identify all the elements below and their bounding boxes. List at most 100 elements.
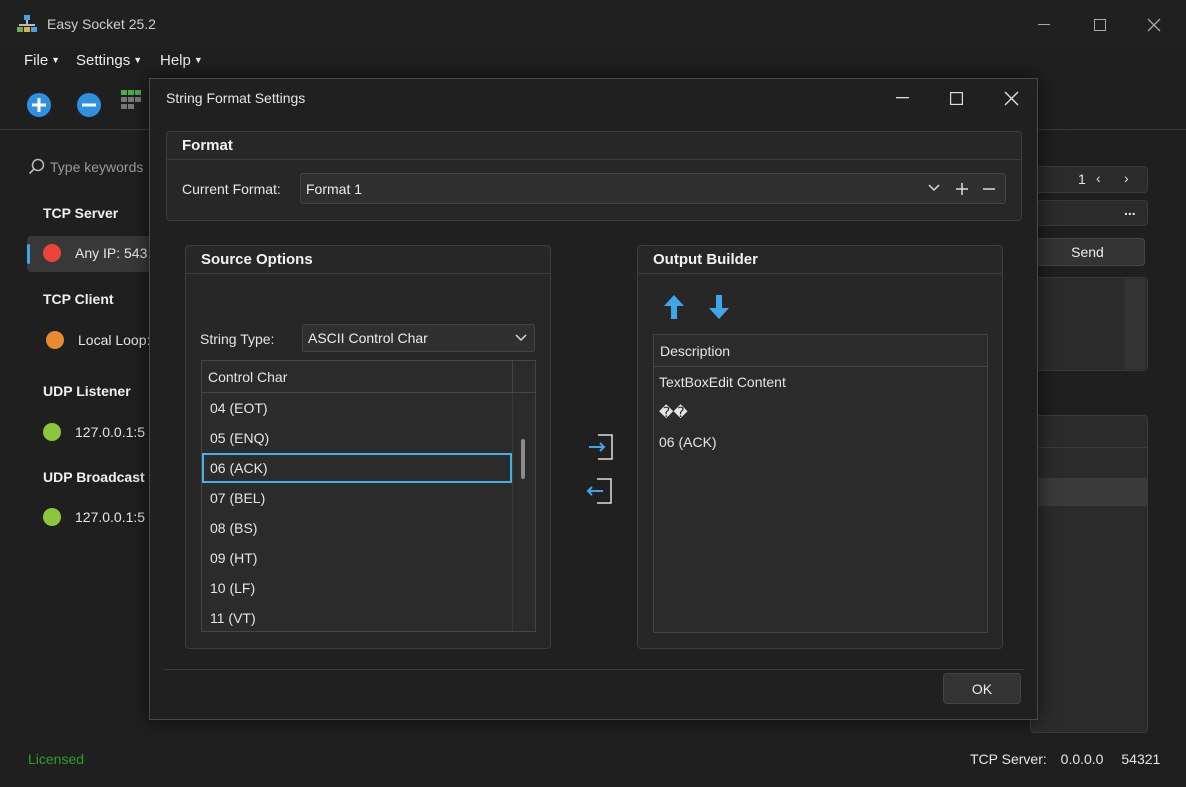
move-down-icon[interactable]	[707, 294, 731, 320]
section-heading-tcp-server: TCP Server	[43, 205, 119, 221]
maximize-button[interactable]	[1080, 10, 1120, 40]
remove-from-output-icon[interactable]	[585, 477, 613, 505]
minimize-icon	[895, 97, 909, 99]
string-type-combo[interactable]: ASCII Control Char	[302, 324, 535, 352]
dialog-maximize-button[interactable]	[933, 81, 979, 115]
log-table-divider	[1031, 447, 1147, 448]
app-title: Easy Socket 25.2	[47, 16, 156, 32]
status-server-ip: 0.0.0.0	[1060, 751, 1104, 767]
ok-button[interactable]: OK	[943, 673, 1021, 704]
dialog-close-button[interactable]	[988, 81, 1034, 115]
section-heading-udp-broadcast: UDP Broadcast	[43, 469, 145, 485]
source-options-group: Source Options String Type: ASCII Contro…	[185, 245, 551, 649]
output-description-header: Description	[654, 335, 987, 367]
status-green-icon	[43, 423, 61, 441]
sidebar-item-tcp-server[interactable]: Any IP: 543	[43, 244, 147, 262]
send-area-scrollbar[interactable]	[1125, 279, 1145, 369]
close-icon	[1147, 18, 1161, 32]
selected-item-accent	[27, 244, 30, 264]
output-builder-group: Output Builder Description TextBoxEdit C…	[637, 245, 1003, 649]
sidebar-search[interactable]: Type keywords	[28, 158, 143, 176]
app-network-icon	[17, 15, 37, 32]
format-group-divider	[167, 159, 1021, 160]
add-connection-icon[interactable]	[26, 92, 52, 118]
search-placeholder: Type keywords	[50, 159, 144, 175]
output-rows: TextBoxEdit Content �� 06 (ACK)	[654, 367, 987, 457]
page-next-icon[interactable]: ›	[1124, 170, 1140, 186]
status-green-icon	[43, 508, 61, 526]
sidebar-item-tcp-client[interactable]: Local Loop:	[46, 331, 150, 349]
remove-format-icon[interactable]	[982, 182, 996, 196]
list-item[interactable]: 10 (LF)	[202, 573, 512, 603]
format-group: Format Current Format: Format 1	[166, 131, 1022, 221]
control-char-rows: 04 (EOT) 05 (ENQ) 06 (ACK) 07 (BEL) 08 (…	[202, 393, 512, 633]
search-icon	[28, 158, 45, 175]
format-group-title: Format	[182, 137, 233, 154]
close-button[interactable]	[1134, 10, 1174, 40]
list-item[interactable]: 11 (VT)	[202, 603, 512, 633]
grid-edit-icon[interactable]	[121, 90, 149, 118]
output-builder-divider	[638, 273, 1002, 274]
current-format-value: Format 1	[306, 180, 363, 197]
status-server-label: TCP Server:	[970, 751, 1047, 767]
list-scrollbar-track[interactable]	[512, 393, 535, 631]
page-prev-icon[interactable]: ‹	[1096, 170, 1112, 186]
current-format-combo[interactable]: Format 1	[300, 173, 1006, 204]
status-bar: TCP Server: 0.0.0.0 54321	[970, 751, 1160, 767]
source-options-divider	[186, 273, 550, 274]
list-item-selected[interactable]: 06 (ACK)	[202, 453, 512, 483]
status-orange-icon	[46, 331, 64, 349]
list-item[interactable]: 09 (HT)	[202, 543, 512, 573]
list-item[interactable]: 05 (ENQ)	[202, 423, 512, 453]
list-item[interactable]: TextBoxEdit Content	[654, 367, 987, 397]
chevron-down-icon: ▼	[193, 55, 203, 65]
menu-file[interactable]: File ▼	[24, 52, 60, 69]
list-scrollbar-thumb[interactable]	[521, 439, 525, 479]
log-table	[1030, 415, 1148, 733]
sidebar-item-udp-listener[interactable]: 127.0.0.1:5	[43, 423, 145, 441]
list-item[interactable]: ��	[654, 397, 987, 427]
status-server-port: 54321	[1121, 751, 1161, 767]
license-status: Licensed	[28, 751, 85, 767]
status-red-icon	[43, 244, 61, 262]
dialog-footer-divider	[164, 669, 1024, 670]
page-number: 1	[1078, 171, 1086, 187]
sidebar-item-udp-broadcast[interactable]: 127.0.0.1:5	[43, 508, 145, 526]
list-item[interactable]: 08 (BS)	[202, 513, 512, 543]
string-type-value: ASCII Control Char	[308, 330, 428, 346]
control-char-list: Control Char 04 (EOT) 05 (ENQ) 06 (ACK) …	[201, 360, 536, 632]
source-options-title: Source Options	[201, 251, 313, 268]
list-item[interactable]: 07 (BEL)	[202, 483, 512, 513]
control-char-header: Control Char	[202, 361, 535, 393]
menu-help[interactable]: Help ▼	[160, 52, 203, 69]
dialog-minimize-button[interactable]	[879, 81, 925, 115]
section-heading-udp-listener: UDP Listener	[43, 383, 131, 399]
send-button[interactable]: Send	[1030, 238, 1145, 266]
chevron-down-icon[interactable]	[928, 184, 940, 192]
main-titlebar	[0, 0, 1186, 48]
minimize-icon	[1038, 24, 1050, 25]
chevron-down-icon: ▼	[133, 55, 143, 65]
add-to-output-icon[interactable]	[588, 433, 614, 461]
list-item[interactable]: 06 (ACK)	[654, 427, 987, 457]
chevron-down-icon	[515, 334, 527, 342]
output-builder-title: Output Builder	[653, 251, 758, 268]
header-divider	[512, 361, 513, 393]
current-format-label: Current Format:	[182, 181, 281, 197]
string-type-label: String Type:	[200, 331, 275, 347]
minimize-button[interactable]	[1024, 10, 1064, 40]
list-item[interactable]: 04 (EOT)	[202, 393, 512, 423]
remove-connection-icon[interactable]	[76, 92, 102, 118]
chevron-down-icon: ▼	[51, 55, 61, 65]
string-format-dialog: String Format Settings Format Current Fo…	[149, 78, 1038, 720]
menu-settings[interactable]: Settings ▼	[76, 52, 142, 69]
more-icon[interactable]: ...	[1124, 202, 1136, 218]
add-format-icon[interactable]	[955, 182, 969, 196]
output-list: Description TextBoxEdit Content �� 06 (A…	[653, 334, 988, 633]
close-icon	[1004, 91, 1018, 105]
move-up-icon[interactable]	[662, 294, 686, 320]
maximize-icon	[1094, 19, 1106, 31]
section-heading-tcp-client: TCP Client	[43, 291, 114, 307]
maximize-icon	[949, 91, 963, 105]
log-table-row[interactable]	[1031, 478, 1147, 506]
